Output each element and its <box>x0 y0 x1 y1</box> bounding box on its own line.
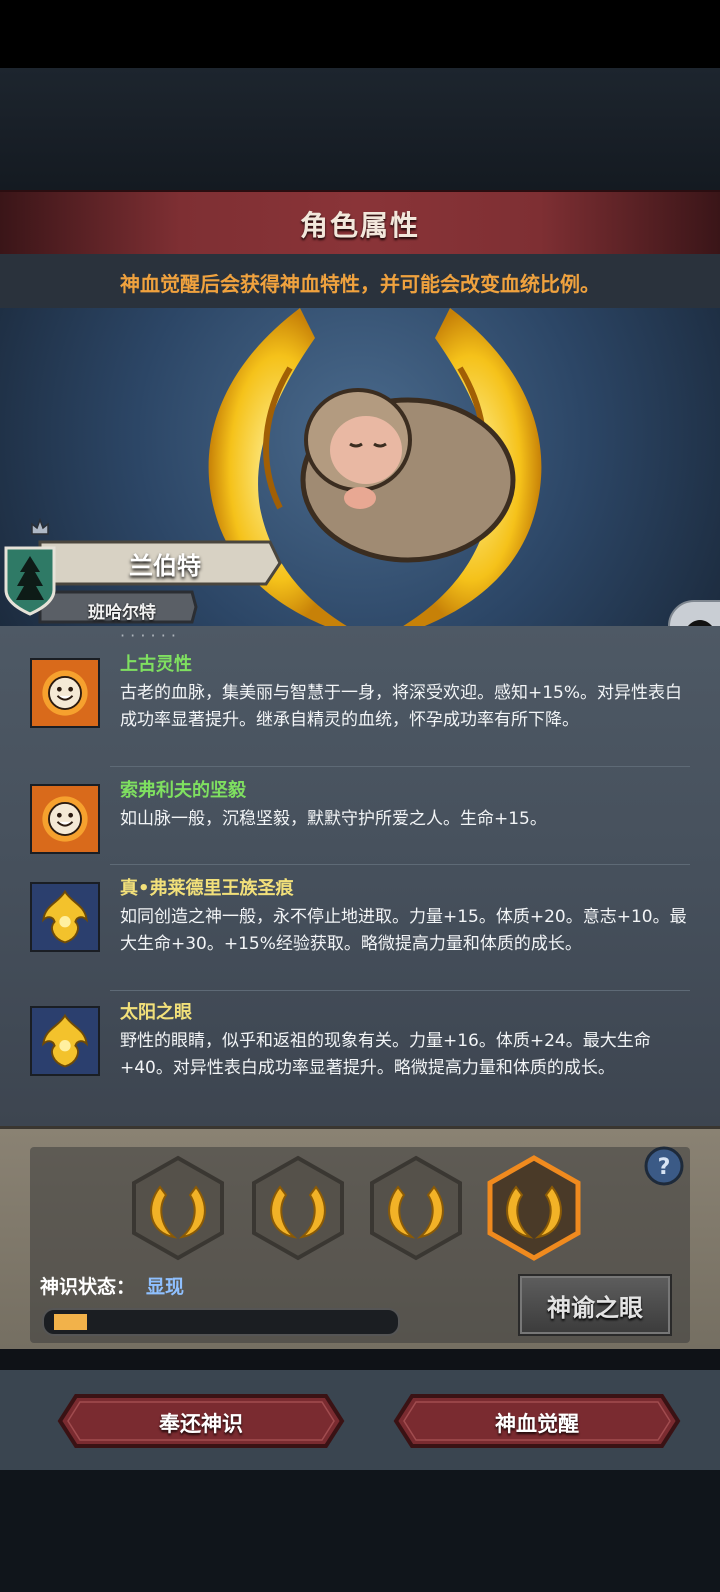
trait-description: 古老的血脉，集美丽与智慧于一身，将深受欢迎。感知+15%。对异性表白成功率显著提… <box>120 683 683 730</box>
notice-bar: 神血觉醒后会获得神血特性，并可能会改变血统比例。 <box>0 254 720 308</box>
pine-tree-shield-icon <box>4 546 56 616</box>
return-divine-sense-label: 奉还神识 <box>159 1412 243 1436</box>
oracle-eye-button[interactable]: 神谕之眼 <box>518 1274 672 1336</box>
trait-description: 如同创造之神一般，永不停止地进取。力量+15。体质+20。意志+10。最大生命+… <box>120 907 687 954</box>
smiling-sun-icon <box>30 658 100 728</box>
oracle-eye-label: 神谕之眼 <box>547 1294 643 1322</box>
status-value: 显现 <box>146 1276 185 1298</box>
trait-name: 上古灵性 <box>120 654 192 675</box>
trait-description: 如山脉一般，沉稳坚毅，默默守护所爱之人。生命+15。 <box>120 809 547 829</box>
status-bar <box>0 0 720 68</box>
trait-name: 索弗利夫的坚毅 <box>120 780 246 801</box>
progress-fill <box>54 1314 87 1330</box>
blood-awaken-button[interactable]: 神血觉醒 <box>392 1392 682 1450</box>
swaddled-baby <box>300 388 516 563</box>
golden-crest-icon <box>30 882 100 952</box>
notice-text: 神血觉醒后会获得神血特性，并可能会改变血统比例。 <box>120 272 600 296</box>
divine-slot-2[interactable] <box>250 1155 346 1261</box>
golden-crest-icon <box>30 1006 100 1076</box>
house-crown-icon <box>31 518 49 535</box>
smiling-sun-icon <box>30 784 100 854</box>
divider <box>110 766 690 767</box>
trait-description: 野性的眼睛，似乎和返祖的现象有关。力量+16。体质+24。最大生命+40。对异性… <box>120 1031 651 1078</box>
divider <box>110 990 690 991</box>
backdrop <box>0 68 720 190</box>
bottom-backdrop <box>0 1470 720 1592</box>
status-label: 神识状态： <box>40 1276 136 1298</box>
divine-slot-3[interactable] <box>368 1155 464 1261</box>
divider <box>110 864 690 865</box>
divine-slot-1[interactable] <box>130 1155 226 1261</box>
trait-name: 真•弗莱德里王族圣痕 <box>120 878 294 899</box>
svg-text:?: ? <box>658 1155 671 1180</box>
title-banner: 角色属性 <box>0 190 720 257</box>
trait-name: 太阳之眼 <box>120 1002 192 1023</box>
blood-awaken-label: 神血觉醒 <box>495 1412 579 1436</box>
truncated-line: · · · · · · <box>120 626 176 645</box>
page-title: 角色属性 <box>299 209 420 242</box>
return-divine-sense-button[interactable]: 奉还神识 <box>56 1392 346 1450</box>
character-name: 兰伯特 <box>129 552 201 580</box>
trait-list[interactable]: · · · · · · 上古灵性 古老的血脉，集美丽与智慧于一身，将深受欢迎。感… <box>0 626 720 1126</box>
divine-slot-4-selected[interactable] <box>486 1155 582 1261</box>
help-icon[interactable]: ? <box>644 1146 684 1186</box>
awakening-progress-bar <box>42 1308 400 1336</box>
house-name: 班哈尔特 <box>88 603 156 623</box>
